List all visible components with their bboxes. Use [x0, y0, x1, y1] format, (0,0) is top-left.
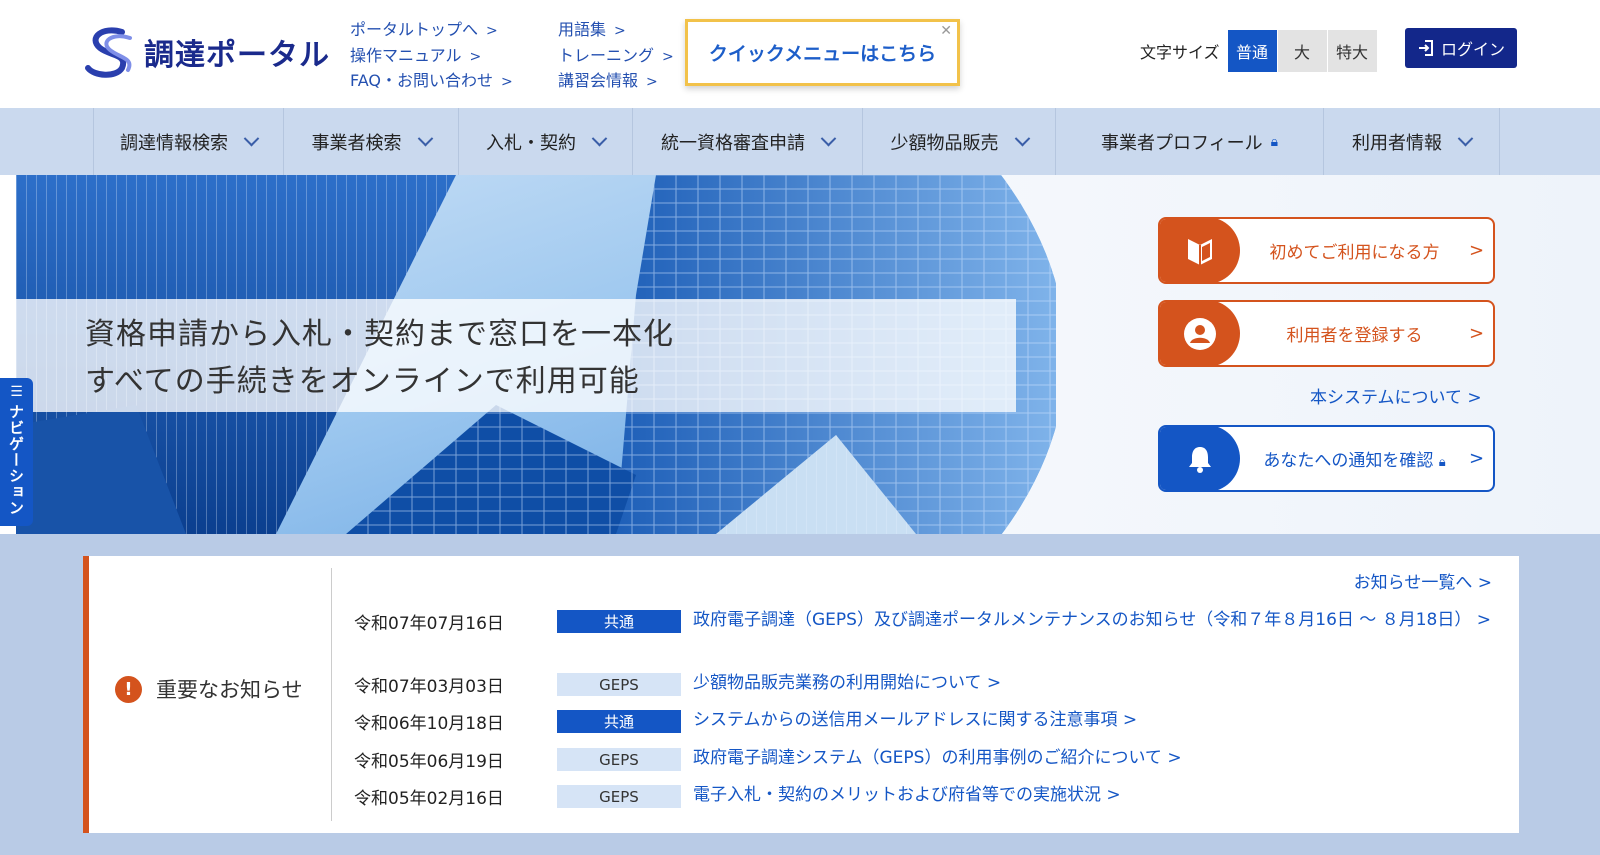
menu-icon: ☰	[10, 384, 23, 400]
notice-title-link[interactable]: 少額物品販売業務の利用開始について >	[693, 670, 1493, 697]
notice-row: 令和07年07月16日 共通 政府電子調達（GEPS）及び調達ポータルメンテナン…	[354, 609, 1493, 634]
notice-row: 令和05年06月19日 GEPS 政府電子調達システム（GEPS）の利用事例のご…	[354, 747, 1493, 772]
user-icon	[1160, 302, 1240, 365]
chevron-down-icon	[591, 130, 608, 147]
notice-date: 令和07年07月16日	[354, 614, 504, 634]
quick-menu-button[interactable]: クイックメニューはこちら ✕	[685, 19, 960, 86]
chevron-right-icon: >	[1469, 240, 1485, 261]
first-time-button[interactable]: 初めてご利用になる方 >	[1158, 217, 1495, 284]
notice-tag: GEPS	[557, 673, 681, 696]
font-size-label: 文字サイズ	[1140, 43, 1220, 62]
logo-mark-icon	[85, 27, 132, 78]
notice-tag: GEPS	[557, 748, 681, 771]
nav-item-business-profile[interactable]: 事業者プロフィール 🔒︎	[1056, 108, 1324, 175]
notice-row: 令和07年03月03日 GEPS 少額物品販売業務の利用開始について >	[354, 672, 1493, 697]
hero-headline-2: すべての手続きをオンラインで利用可能	[85, 364, 640, 399]
important-notices-panel: ! 重要なお知らせ お知らせ一覧へ > 令和07年07月16日 共通 政府電子調…	[83, 556, 1519, 833]
lock-icon: 🔒︎	[1438, 455, 1446, 470]
notices-heading: ! 重要なお知らせ	[115, 674, 303, 704]
chevron-down-icon	[820, 130, 837, 147]
header-links-secondary: 用語集 > トレーニング > 講習会情報 >	[558, 18, 674, 95]
site-header: 調達ポータル ポータルトップへ > 操作マニュアル > FAQ・お問い合わせ > 用語…	[0, 0, 1600, 108]
beginner-mark-icon	[1160, 219, 1240, 282]
notice-row: 令和06年10月18日 共通 システムからの送信用メールアドレスに関する注意事項…	[354, 709, 1493, 734]
notice-date: 令和06年10月18日	[354, 714, 504, 734]
site-logo[interactable]: 調達ポータル	[82, 24, 330, 80]
faq-link[interactable]: FAQ・お問い合わせ >	[350, 69, 513, 95]
chevron-down-icon	[1014, 130, 1030, 147]
about-system-link[interactable]: 本システムについて >	[1310, 383, 1482, 408]
chevron-down-icon	[1457, 130, 1474, 147]
training-link[interactable]: トレーニング >	[558, 44, 674, 70]
nav-item-small-goods[interactable]: 少額物品販売	[863, 108, 1056, 175]
chevron-down-icon	[243, 130, 260, 147]
notice-tag: 共通	[557, 710, 681, 733]
hero-headline-1: 資格申請から入札・契約まで窓口を一本化	[85, 317, 674, 352]
notice-date: 令和07年03月03日	[354, 677, 504, 697]
side-navigation-label: ナビゲーション	[7, 404, 25, 516]
close-icon[interactable]: ✕	[940, 23, 952, 39]
seminar-link[interactable]: 講習会情報 >	[558, 69, 674, 95]
alert-icon: !	[115, 675, 142, 703]
font-size-normal-button[interactable]: 普通	[1227, 30, 1277, 72]
nav-item-user-info[interactable]: 利用者情報	[1324, 108, 1500, 175]
notice-date: 令和05年02月16日	[354, 789, 504, 809]
notices-title: 重要なお知らせ	[156, 678, 303, 702]
login-icon	[1418, 40, 1433, 56]
notice-date: 令和05年06月19日	[354, 752, 504, 772]
notifications-label: あなたへの通知を確認 🔒︎	[1263, 451, 1446, 471]
notifications-button[interactable]: あなたへの通知を確認 🔒︎ >	[1158, 425, 1495, 492]
main-nav: 調達情報検索 事業者検索 入札・契約 統一資格審査申請 少額物品販売 事業者プロ…	[0, 108, 1600, 175]
chevron-right-icon: >	[1469, 448, 1485, 469]
nav-item-qualification[interactable]: 統一資格審査申請	[633, 108, 863, 175]
notice-title-link[interactable]: 電子入札・契約のメリットおよび府省等での実施状況 >	[693, 782, 1493, 809]
divider	[331, 568, 332, 821]
bell-icon	[1160, 427, 1240, 490]
glossary-link[interactable]: 用語集 >	[558, 18, 674, 44]
chevron-right-icon: >	[1469, 323, 1485, 344]
register-user-button[interactable]: 利用者を登録する >	[1158, 300, 1495, 367]
hero-section: 資格申請から入札・契約まで窓口を一本化 すべての手続きをオンラインで利用可能 初…	[0, 175, 1600, 534]
lock-icon: 🔒︎	[1270, 133, 1279, 150]
portal-top-link[interactable]: ポータルトップへ >	[350, 18, 513, 44]
logo-text: 調達ポータル	[144, 38, 330, 73]
chevron-down-icon	[417, 130, 433, 147]
notice-title-link[interactable]: システムからの送信用メールアドレスに関する注意事項 >	[693, 707, 1493, 734]
register-user-label: 利用者を登録する	[1286, 326, 1423, 346]
all-notices-link[interactable]: お知らせ一覧へ >	[1354, 568, 1492, 593]
notice-title-link[interactable]: 政府電子調達システム（GEPS）の利用事例のご紹介について >	[693, 745, 1493, 772]
notice-tag: 共通	[557, 610, 681, 633]
side-navigation-tab[interactable]: ☰ ナビゲーション	[0, 378, 33, 526]
notice-row: 令和05年02月16日 GEPS 電子入札・契約のメリットおよび府省等での実施状…	[354, 784, 1493, 809]
notice-title-link[interactable]: 政府電子調達（GEPS）及び調達ポータルメンテナンスのお知らせ（令和７年８月16…	[693, 607, 1493, 634]
login-button[interactable]: ログイン	[1405, 28, 1517, 68]
font-size-switcher: 文字サイズ 普通 大 特大	[1140, 30, 1378, 72]
notice-tag: GEPS	[557, 785, 681, 808]
quick-menu-label: クイックメニューはこちら	[708, 43, 937, 65]
first-time-label: 初めてご利用になる方	[1269, 243, 1440, 263]
nav-item-business-search[interactable]: 事業者検索	[284, 108, 459, 175]
font-size-large-button[interactable]: 大	[1277, 30, 1327, 72]
manual-link[interactable]: 操作マニュアル >	[350, 44, 513, 70]
font-size-xlarge-button[interactable]: 特大	[1327, 30, 1377, 72]
nav-item-procurement-search[interactable]: 調達情報検索	[94, 108, 284, 175]
login-label: ログイン	[1440, 40, 1505, 59]
header-links-primary: ポータルトップへ > 操作マニュアル > FAQ・お問い合わせ >	[350, 18, 513, 95]
nav-item-bidding-contract[interactable]: 入札・契約	[459, 108, 633, 175]
